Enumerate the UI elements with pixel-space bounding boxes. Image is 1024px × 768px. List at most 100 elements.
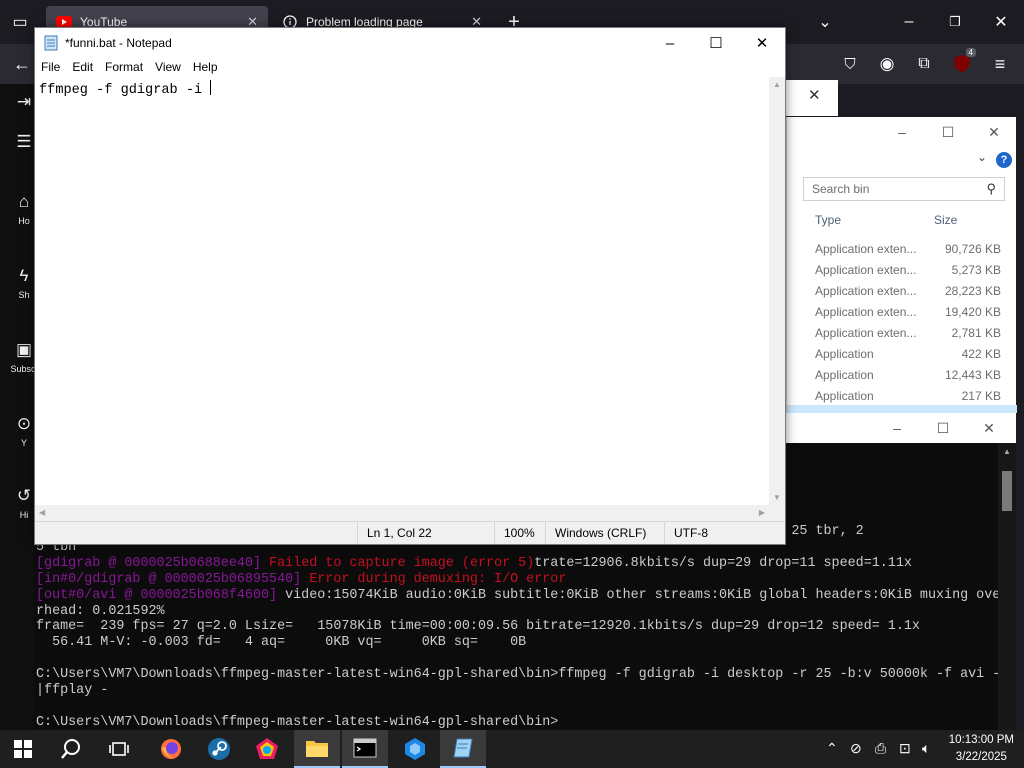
- status-bar: Ln 1, Col 22 100% Windows (CRLF) UTF-8: [35, 521, 785, 544]
- horizontal-scrollbar[interactable]: ◀ ▶: [35, 505, 785, 521]
- notepad-icon: [43, 35, 59, 51]
- menu-help[interactable]: Help: [187, 58, 224, 77]
- console-line: C:\Users\VM7\Downloads\ffmpeg-master-lat…: [36, 667, 1000, 683]
- list-item[interactable]: Application exten... 28,223 KB: [787, 280, 1017, 301]
- close-icon[interactable]: ✕: [971, 117, 1017, 147]
- search-input[interactable]: Search bin ⚲: [803, 177, 1005, 201]
- scroll-up-icon[interactable]: ▲: [1003, 447, 1011, 456]
- close-icon[interactable]: ✕: [739, 28, 785, 58]
- menu-file[interactable]: File: [35, 58, 66, 77]
- console-segment: 56.41 M-V: -0.003 fd= 4 aq= 0KB vq= 0KB …: [36, 635, 527, 651]
- chevron-up-icon[interactable]: ⌃: [826, 740, 838, 757]
- notepad-window[interactable]: *funni.bat - Notepad – ☐ ✕ File Edit For…: [34, 27, 786, 545]
- blue-app-button[interactable]: [392, 730, 438, 768]
- steam-button[interactable]: [196, 730, 242, 768]
- windows-icon: [14, 740, 32, 758]
- explorer-title-bar: – ☐ ✕: [787, 117, 1016, 147]
- scroll-down-icon[interactable]: ▼: [773, 493, 781, 502]
- scroll-up-icon[interactable]: ▲: [773, 80, 781, 89]
- close-icon[interactable]: ✕: [987, 8, 1015, 36]
- chevron-down-icon[interactable]: ⌄: [977, 150, 987, 164]
- column-header-type[interactable]: Type: [815, 207, 841, 233]
- text-editor[interactable]: ffmpeg -f gdigrab -i: [35, 77, 769, 504]
- console-segment: [gdigrab @ 0000025b0688ee40]: [36, 555, 270, 571]
- window-title: *funni.bat - Notepad: [65, 35, 172, 50]
- task-view-icon: [109, 742, 129, 756]
- extensions-icon[interactable]: ⧉: [910, 50, 938, 78]
- console-segment: trate=12906.8kbits/s dup=29 drop=11 spee…: [534, 555, 912, 571]
- menu-edit[interactable]: Edit: [66, 58, 99, 77]
- app-blue-icon: [405, 738, 425, 760]
- restore-icon[interactable]: ❐: [941, 8, 969, 36]
- console-scrollbar[interactable]: ▲: [998, 443, 1016, 730]
- firefox-button[interactable]: [148, 730, 194, 768]
- console-segment: Failed to capture image (error 5): [269, 555, 535, 571]
- account-icon[interactable]: ◉: [873, 50, 901, 78]
- minimize-icon[interactable]: –: [879, 117, 925, 147]
- console-line: [gdigrab @ 0000025b0688ee40] Failed to c…: [36, 556, 1000, 572]
- search-icon: [61, 739, 80, 759]
- back-icon[interactable]: ←: [8, 50, 36, 78]
- file-list: Application exten... 90,726 KB Applicatio…: [787, 238, 1017, 406]
- console-segment: C:\Users\VM7\Downloads\ffmpeg-master-lat…: [36, 667, 1001, 683]
- menu-format[interactable]: Format: [99, 58, 149, 77]
- maximize-icon[interactable]: ☐: [920, 413, 966, 443]
- pocket-icon[interactable]: ⛉: [836, 50, 864, 78]
- camera-icon[interactable]: ⎙: [875, 740, 886, 757]
- ublock-icon[interactable]: 4: [948, 48, 976, 78]
- list-item[interactable]: Application 217 KB: [787, 385, 1017, 406]
- network-disconnected-icon[interactable]: ⊘: [850, 740, 862, 757]
- console-line: rhead: 0.021592%: [36, 604, 1000, 620]
- menu-view[interactable]: View: [149, 58, 187, 77]
- notepad-button[interactable]: [440, 730, 486, 768]
- close-icon[interactable]: ✕: [966, 413, 1012, 443]
- search-button[interactable]: [48, 730, 94, 768]
- list-item[interactable]: Application exten... 5,273 KB: [787, 259, 1017, 280]
- system-clock[interactable]: 10:13:00 PM 3/22/2025: [949, 732, 1014, 766]
- minimize-icon[interactable]: –: [647, 28, 693, 58]
- scroll-right-icon[interactable]: ▶: [759, 508, 765, 517]
- close-icon[interactable]: ✕: [808, 86, 821, 104]
- cursor-position: Ln 1, Col 22: [357, 522, 432, 544]
- file-explorer-button[interactable]: [294, 730, 340, 768]
- list-item[interactable]: Application exten... 19,420 KB: [787, 301, 1017, 322]
- console-segment: Error during demuxing: I/O error: [309, 571, 567, 587]
- app-colorful-icon: [256, 738, 278, 759]
- list-item[interactable]: Application exten... 2,781 KB: [787, 322, 1017, 343]
- terminal-button[interactable]: [342, 730, 388, 768]
- volume-muted-icon[interactable]: 🔈︎: [922, 740, 930, 757]
- selection-strip: [787, 405, 1017, 413]
- steam-icon: [208, 738, 230, 760]
- list-item[interactable]: Application 422 KB: [787, 343, 1017, 364]
- list-item[interactable]: Application exten... 90,726 KB: [787, 238, 1017, 259]
- browser-popup-remnant: ✕: [786, 80, 838, 116]
- help-icon[interactable]: ?: [996, 152, 1012, 168]
- console-line: [in#0/gdigrab @ 0000025b06895540] Error …: [36, 572, 1000, 588]
- zoom-level: 100%: [494, 522, 535, 544]
- scroll-left-icon[interactable]: ◀: [39, 508, 45, 517]
- minimize-icon[interactable]: –: [895, 8, 923, 36]
- vertical-scrollbar[interactable]: ▲ ▼: [769, 77, 785, 505]
- column-header-size[interactable]: Size: [934, 207, 957, 233]
- chevron-down-icon[interactable]: ⌄: [811, 8, 839, 36]
- colorful-app-button[interactable]: [244, 730, 290, 768]
- minimize-icon[interactable]: –: [874, 413, 920, 443]
- menu-icon[interactable]: ≡: [986, 50, 1014, 78]
- start-button[interactable]: [0, 730, 46, 768]
- console-segment: frame= 239 fps= 27 q=2.0 Lsize= 15078KiB…: [36, 619, 920, 635]
- line-ending: Windows (CRLF): [545, 522, 646, 544]
- encoding: UTF-8: [664, 522, 708, 544]
- tab-list-icon[interactable]: ▭: [6, 8, 34, 36]
- maximize-icon[interactable]: ☐: [925, 117, 971, 147]
- console-line: C:\Users\VM7\Downloads\ffmpeg-master-lat…: [36, 715, 1000, 731]
- maximize-icon[interactable]: ☐: [693, 28, 739, 58]
- scroll-thumb[interactable]: [1002, 471, 1012, 511]
- network-icon[interactable]: ⊡: [899, 740, 911, 757]
- clock-time: 10:13:00 PM: [948, 734, 1014, 746]
- task-view-button[interactable]: [96, 730, 142, 768]
- console-segment: C:\Users\VM7\Downloads\ffmpeg-master-lat…: [36, 714, 559, 730]
- list-item[interactable]: Application 12,443 KB: [787, 364, 1017, 385]
- firefox-icon: [161, 739, 181, 759]
- terminal-icon: [353, 738, 377, 758]
- file-explorer-window: – ☐ ✕ ⌄ ? Search bin ⚲ Type Size Applica…: [786, 117, 1017, 413]
